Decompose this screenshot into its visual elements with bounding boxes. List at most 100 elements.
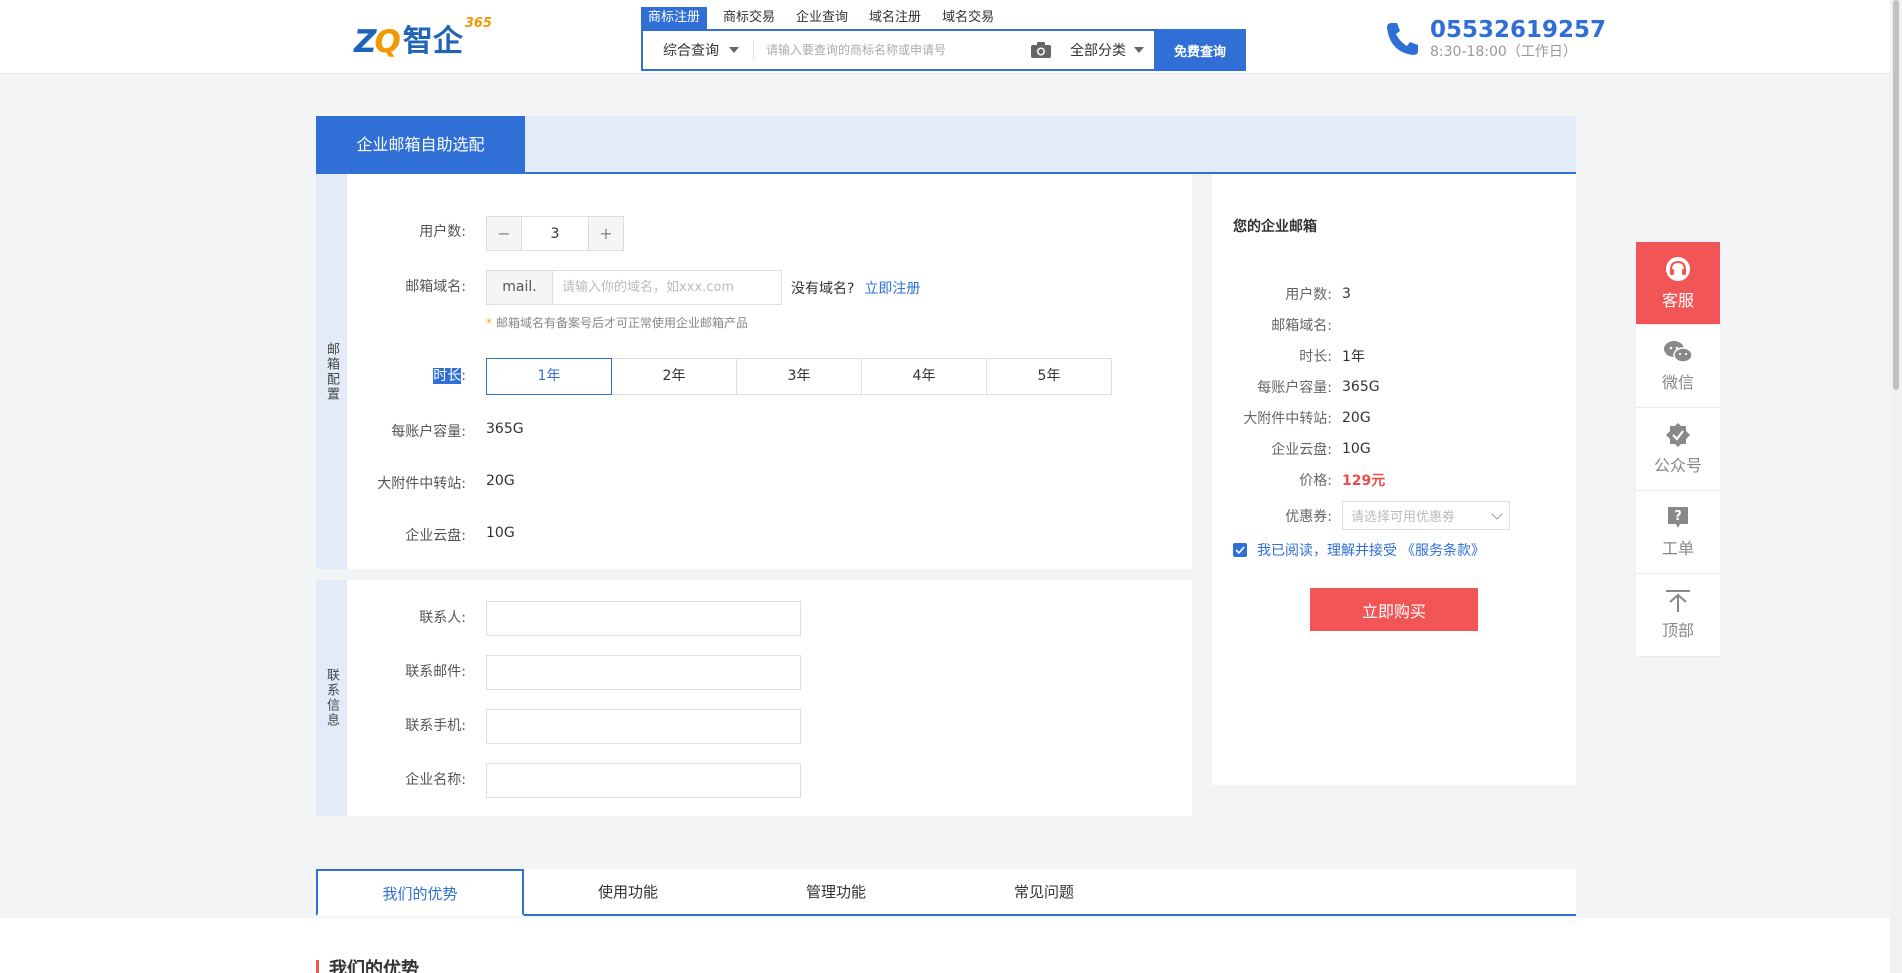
terms-link[interactable]: 《服务条款》: [1401, 540, 1485, 560]
contact-mobile-input[interactable]: [486, 709, 801, 744]
question-icon: ?: [1668, 507, 1688, 528]
check-icon: [1235, 546, 1245, 554]
summary-duration-row: 时长: 1年: [1212, 346, 1365, 366]
free-search-button[interactable]: 免费查询: [1154, 29, 1246, 71]
search-tab-domain-trade[interactable]: 域名交易: [935, 7, 1001, 29]
product-tabs: 我们的优势 使用功能 管理功能 常见问题: [316, 869, 1576, 916]
search-category-select[interactable]: 全部分类: [1062, 40, 1154, 60]
chevron-down-icon: [729, 47, 739, 53]
tab-our-advantages[interactable]: 我们的优势: [316, 869, 524, 916]
users-decrement-button[interactable]: −: [487, 217, 521, 250]
advantages-heading: 我们的优势: [316, 960, 419, 973]
summary-capacity-value: 365G: [1342, 379, 1380, 395]
attachment-label: 大附件中转站:: [377, 476, 466, 492]
search-tabs: 商标注册 商标交易 企业查询 域名注册 域名交易: [641, 7, 1008, 29]
coupon-select[interactable]: 请选择可用优惠券: [1342, 501, 1510, 530]
arrow-up-icon: [1666, 590, 1690, 612]
domain-label: 邮箱域名:: [405, 279, 466, 295]
search-box: 综合查询 全部分类 免费查询: [641, 29, 1246, 71]
float-back-to-top[interactable]: 顶部: [1636, 574, 1720, 657]
duration-option-2y[interactable]: 2年: [611, 358, 737, 395]
duration-option-5y[interactable]: 5年: [986, 358, 1112, 395]
tab-faq[interactable]: 常见问题: [940, 869, 1148, 914]
advantages-section: [0, 918, 1890, 973]
headset-icon: [1666, 257, 1690, 281]
verified-icon: [1666, 423, 1690, 447]
register-domain-link[interactable]: 立即注册: [864, 278, 920, 298]
no-domain-text: 没有域名?: [791, 280, 855, 297]
search-tab-trademark-trade[interactable]: 商标交易: [716, 7, 782, 29]
summary-cloud-value: 10G: [1342, 441, 1371, 457]
tab-management[interactable]: 管理功能: [732, 869, 940, 914]
summary-price-value: 129元: [1342, 473, 1386, 489]
contact-email-label: 联系邮件:: [405, 664, 466, 680]
float-wechat[interactable]: 微信: [1636, 325, 1720, 408]
tab-features[interactable]: 使用功能: [524, 869, 732, 914]
logo-text: 智企: [402, 24, 463, 59]
cloud-value: 10G: [486, 525, 515, 541]
search-tab-domain-register[interactable]: 域名注册: [862, 7, 928, 29]
summary-cloud-row: 企业云盘: 10G: [1271, 441, 1371, 458]
float-ticket[interactable]: ? 工单: [1636, 491, 1720, 574]
search-type-value: 综合查询: [663, 43, 719, 59]
buy-now-button[interactable]: 立即购买: [1310, 588, 1478, 631]
logo-superscript: 365: [464, 16, 492, 31]
contact-email-input[interactable]: [486, 655, 801, 690]
floating-sidebar: 客服 微信 公众号 ? 工单 顶部: [1636, 242, 1720, 657]
summary-title: 您的企业邮箱: [1233, 219, 1317, 235]
duration-label: 时长:: [433, 368, 466, 384]
summary-attachment-value: 20G: [1342, 410, 1371, 426]
page-tab-banner: 企业邮箱自助选配: [316, 116, 1576, 174]
terms-checkbox[interactable]: [1233, 543, 1247, 557]
chevron-down-icon: [1134, 47, 1144, 53]
float-customer-service[interactable]: 客服: [1636, 242, 1720, 325]
scrollbar-thumb[interactable]: [1893, 0, 1899, 390]
summary-duration-value: 1年: [1342, 349, 1365, 365]
users-label: 用户数:: [419, 224, 466, 240]
float-official-account[interactable]: 公众号: [1636, 408, 1720, 491]
company-name-label: 企业名称:: [405, 772, 466, 788]
svg-text:?: ?: [1674, 509, 1682, 524]
capacity-value: 365G: [486, 421, 524, 437]
logo-mark: ZQ: [354, 24, 401, 60]
contact-mobile-label: 联系手机:: [405, 718, 466, 734]
phone-number: 05532619257: [1430, 17, 1607, 43]
users-increment-button[interactable]: +: [589, 217, 623, 250]
summary-domain-row: 邮箱域名:: [1271, 318, 1332, 334]
summary-coupon-row: 优惠券: 请选择可用优惠券: [1212, 501, 1510, 530]
site-logo[interactable]: ZQ 智企 365: [354, 16, 492, 60]
duration-option-1y[interactable]: 1年: [486, 358, 612, 395]
search-input[interactable]: [753, 39, 1022, 61]
tab-email-config[interactable]: 企业邮箱自助选配: [316, 116, 525, 174]
search-category-value: 全部分类: [1070, 43, 1126, 59]
contact-name-label: 联系人:: [419, 610, 466, 626]
domain-prefix: mail.: [487, 271, 553, 304]
agree-text: 我已阅读，理解并接受: [1257, 543, 1397, 559]
cloud-label: 企业云盘:: [405, 528, 466, 544]
users-stepper: − +: [486, 216, 624, 251]
summary-capacity-row: 每账户容量: 365G: [1257, 379, 1380, 396]
summary-users-value: 3: [1342, 286, 1351, 302]
coupon-placeholder: 请选择可用优惠券: [1351, 510, 1456, 525]
search-tab-trademark-register[interactable]: 商标注册: [641, 7, 708, 29]
domain-input[interactable]: [553, 271, 781, 304]
phone-icon: [1387, 23, 1418, 55]
company-name-input[interactable]: [486, 763, 801, 798]
terms-agreement: 我已阅读，理解并接受 《服务条款》: [1233, 540, 1485, 560]
phone-hours: 8:30-18:00（工作日）: [1430, 44, 1577, 60]
site-header: ZQ 智企 365 商标注册 商标交易 企业查询 域名注册 域名交易 综合查询 …: [0, 0, 1890, 74]
duration-options: 1年 2年 3年 4年 5年: [486, 358, 1112, 395]
summary-attachment-row: 大附件中转站: 20G: [1243, 410, 1371, 427]
search-type-select[interactable]: 综合查询: [643, 40, 753, 60]
domain-field: mail.: [486, 270, 782, 305]
page-scrollbar[interactable]: [1890, 0, 1902, 973]
contact-info-section: 联系信息 联系人: 联系邮件: 联系手机: 企业名称:: [316, 580, 1192, 816]
wechat-icon: [1664, 341, 1693, 363]
users-count-input[interactable]: [521, 217, 589, 250]
contact-name-input[interactable]: [486, 601, 801, 636]
search-tab-company-query[interactable]: 企业查询: [789, 7, 855, 29]
duration-option-4y[interactable]: 4年: [861, 358, 987, 395]
camera-icon[interactable]: [1030, 41, 1054, 59]
email-config-section: 邮箱配置 用户数: − + 邮箱域名: mail. 没有域名? 立即注册 *邮箱…: [316, 174, 1192, 569]
duration-option-3y[interactable]: 3年: [736, 358, 862, 395]
